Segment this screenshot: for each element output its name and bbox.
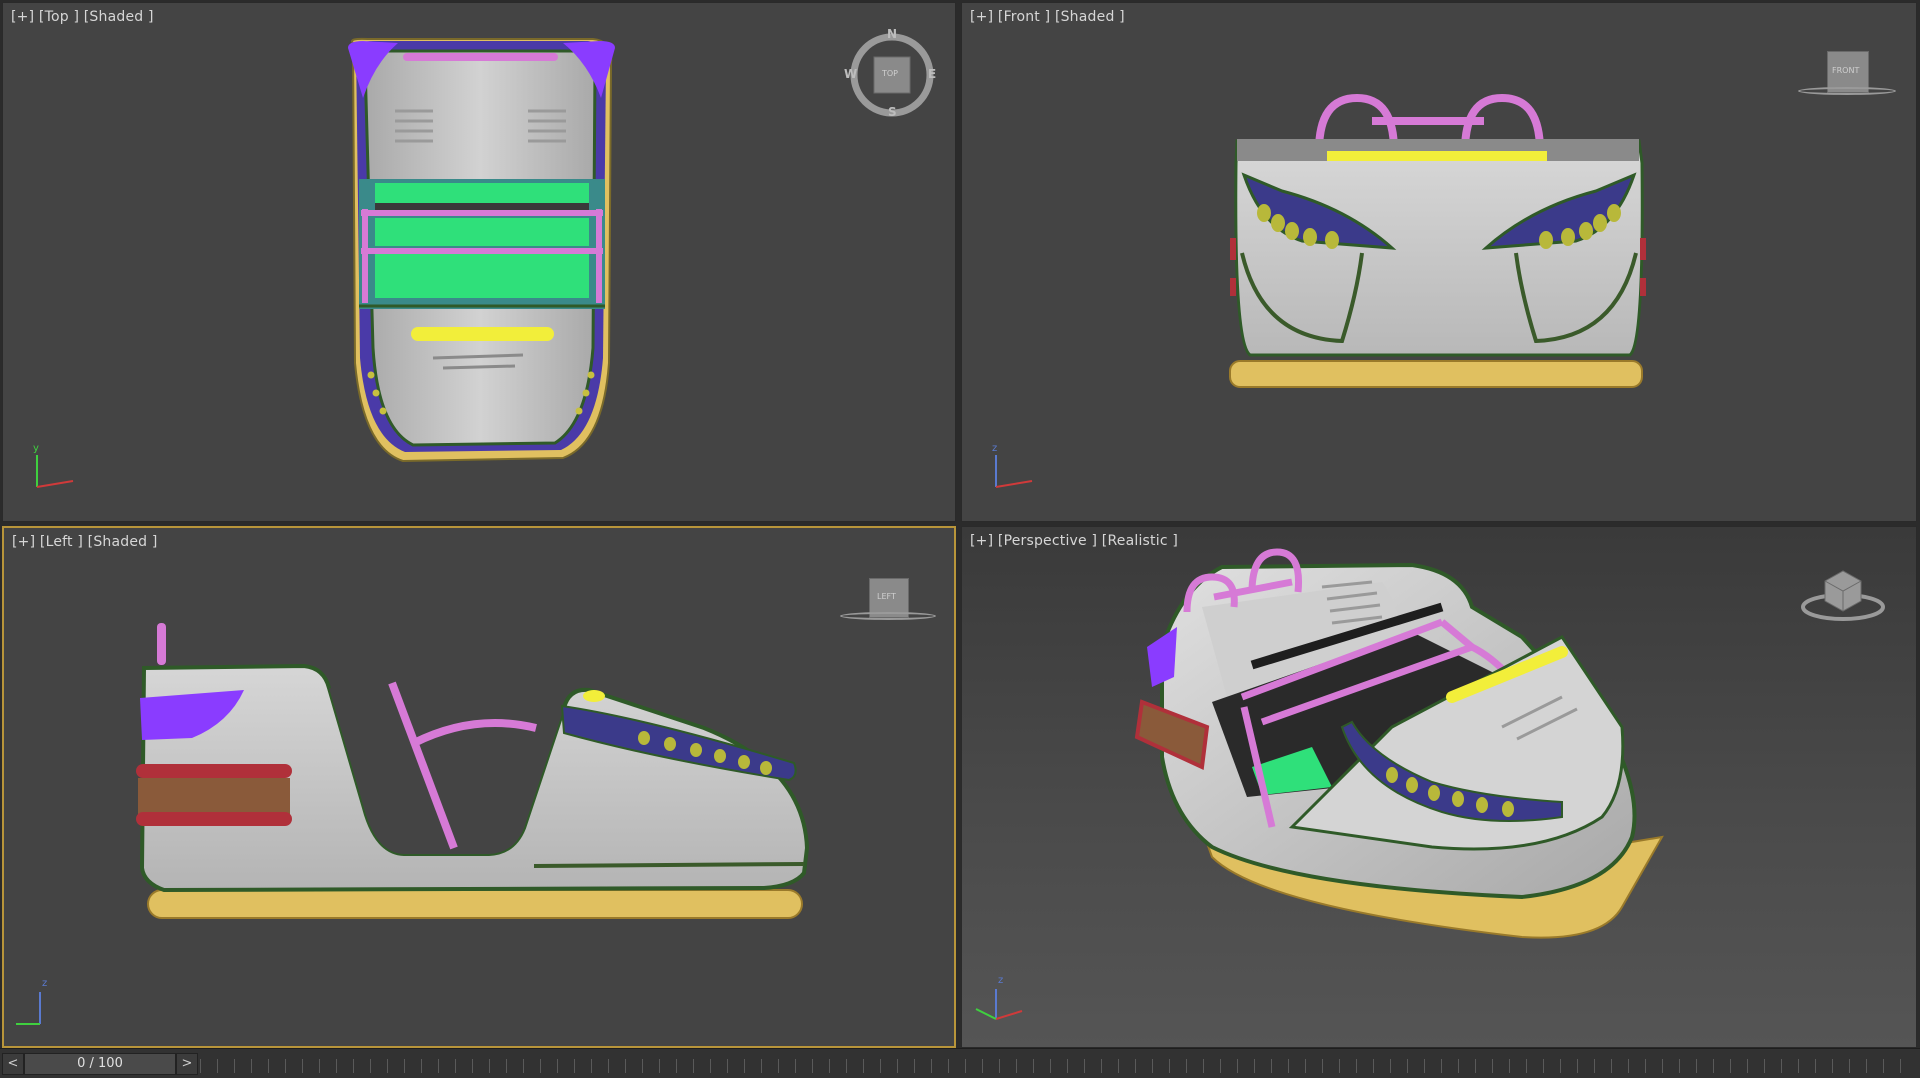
axis-tripod-left: z [14, 978, 64, 1028]
viewcube-left-ring[interactable] [840, 612, 936, 620]
time-prev-button[interactable]: < [2, 1053, 24, 1075]
viewcube-top[interactable]: TOP N S E W [844, 27, 936, 119]
time-next-button[interactable]: > [176, 1053, 198, 1075]
viewport-left[interactable]: [+] [Left ] [Shaded ] LEFT z [2, 526, 956, 1048]
compass-s[interactable]: S [888, 105, 897, 119]
axis-tripod-perspective: z [970, 975, 1030, 1027]
axis-label-z: z [998, 975, 1004, 986]
axis-tripod-top: y [29, 443, 79, 493]
viewport-front[interactable]: [+] [Front ] [Shaded ] FRONT z [961, 2, 1917, 522]
time-ruler[interactable] [200, 1059, 1910, 1073]
left-view-model [136, 623, 810, 919]
viewcube-front-ring[interactable] [1798, 87, 1896, 95]
axis-label-z: z [992, 443, 998, 454]
axis-label-z: z [42, 978, 48, 989]
top-view-model [348, 37, 615, 463]
compass-n[interactable]: N [887, 27, 897, 41]
viewcube-perspective[interactable] [1800, 567, 1886, 623]
viewcube-label: FRONT [1832, 66, 1860, 75]
compass-w[interactable]: W [844, 67, 857, 81]
compass-e[interactable]: E [928, 67, 936, 81]
viewport-top[interactable]: [+] [Top ] [Shaded ] TOP N S E W y [2, 2, 956, 522]
axis-tripod-front: z [988, 443, 1038, 493]
time-slider-bar: < 0 / 100 > [0, 1048, 1920, 1078]
time-slider[interactable]: 0 / 100 [24, 1053, 176, 1075]
viewport-perspective[interactable]: [+] [Perspective ] [Realistic ] z [961, 526, 1917, 1048]
axis-label-y: y [33, 443, 39, 454]
viewcube-label: TOP [882, 69, 899, 78]
front-view-model [1229, 93, 1646, 388]
perspective-view-model [1134, 548, 1664, 939]
viewcube-label: LEFT [877, 592, 896, 601]
